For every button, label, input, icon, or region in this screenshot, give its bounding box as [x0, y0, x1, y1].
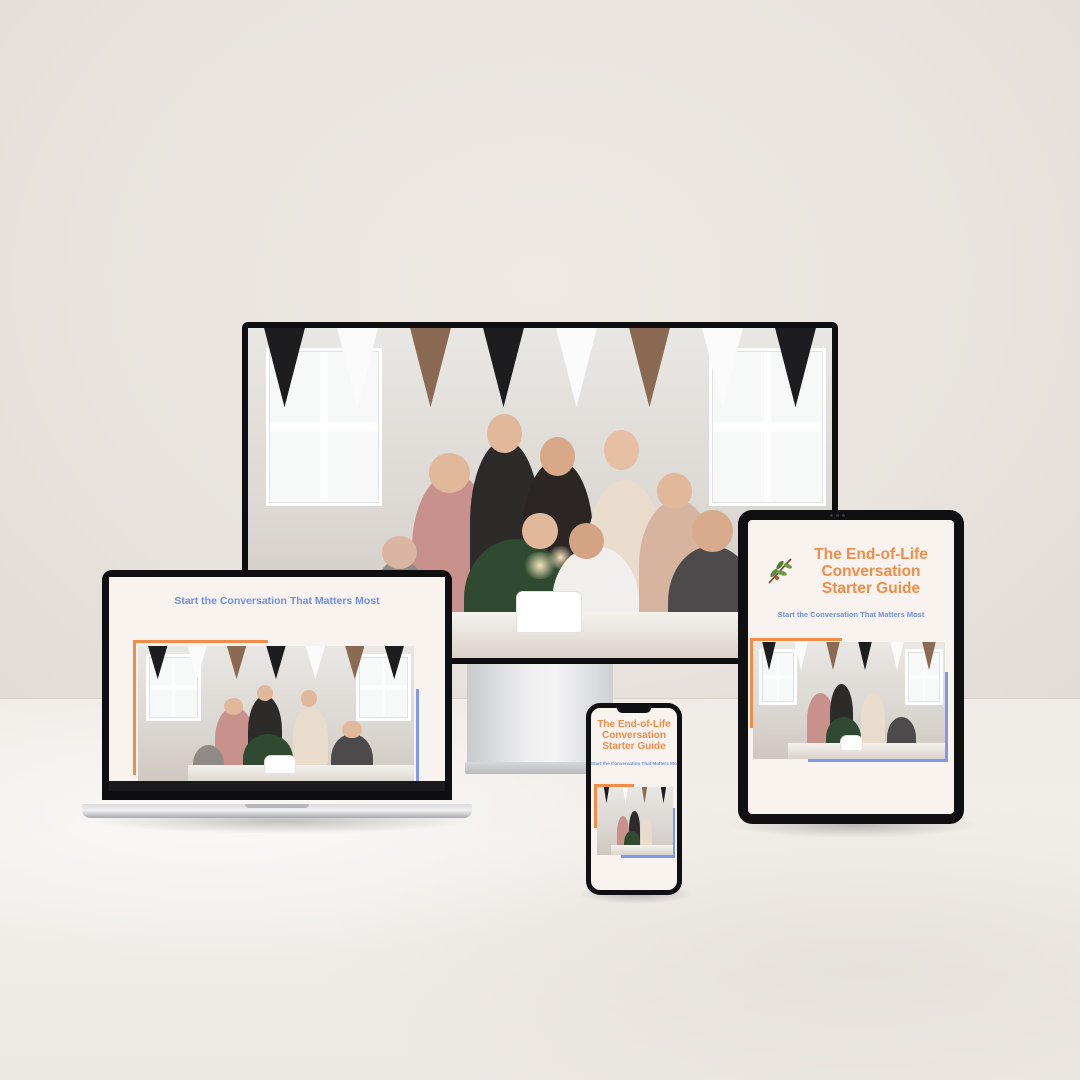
title-line-3: Starter Guide [821, 580, 921, 597]
phone-title-line-1: The End-of-Life [597, 719, 671, 730]
laptop: Start the Conversation That Matters Most [102, 570, 452, 800]
tablet-camera [827, 514, 847, 518]
tablet-guide-title: The End-of-Life Conversation Starter Gui… [796, 546, 946, 597]
laptop-bottom-bezel [109, 781, 445, 791]
laptop-tagline: Start the Conversation That Matters Most [174, 595, 380, 607]
birthday-bunting [248, 328, 832, 408]
olive-branch-icon [768, 558, 793, 584]
tablet-tagline: Start the Conversation That Matters Most [777, 610, 925, 619]
phone-tagline: Start the Conversation That Matters Most [591, 761, 677, 766]
laptop-trackpad-notch [245, 804, 309, 808]
tablet: The End-of-Life Conversation Starter Gui… [738, 510, 964, 824]
laptop-screen: Start the Conversation That Matters Most [109, 577, 445, 791]
birthday-cake [516, 592, 581, 632]
phone-guide-title: The End-of-Life Conversation Starter Gui… [591, 719, 677, 752]
title-line-1: The End-of-Life [814, 546, 928, 563]
phone-screen: The End-of-Life Conversation Starter Gui… [591, 708, 677, 890]
phone-title-line-2: Conversation [602, 730, 666, 741]
phone-party-photo [597, 787, 673, 855]
phone-notch [617, 708, 651, 713]
title-line-2: Conversation [821, 563, 921, 580]
laptop-party-photo [138, 646, 414, 784]
phone-title-line-3: Starter Guide [602, 741, 666, 752]
tablet-party-photo [753, 642, 945, 759]
tablet-screen: The End-of-Life Conversation Starter Gui… [748, 520, 954, 814]
phone: The End-of-Life Conversation Starter Gui… [586, 703, 682, 895]
